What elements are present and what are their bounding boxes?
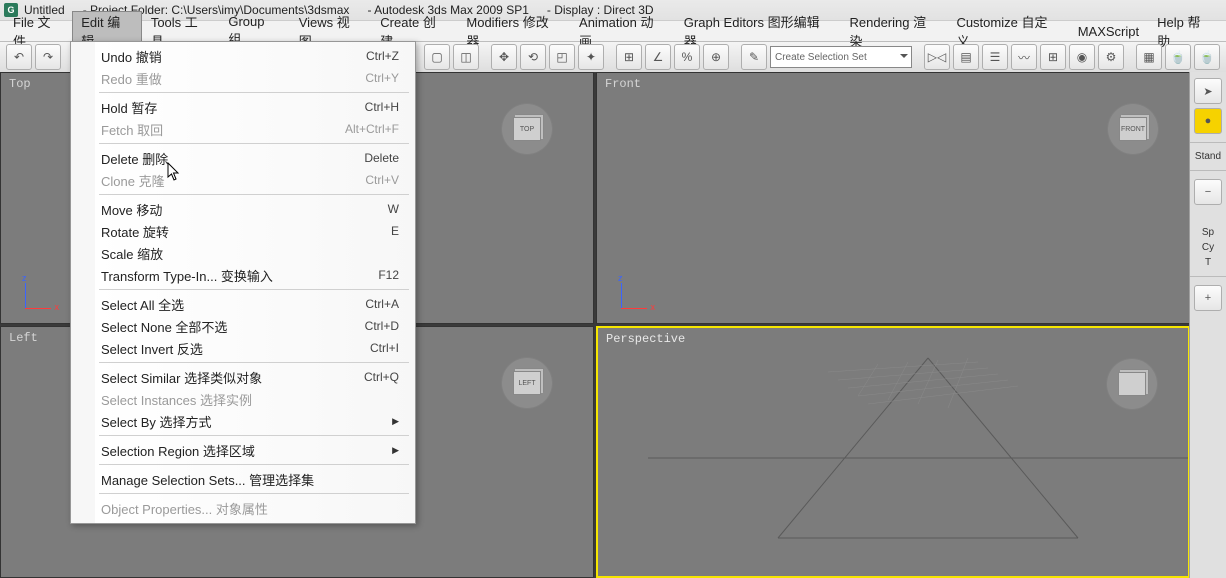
- select-region-icon[interactable]: ▢: [424, 44, 450, 70]
- panel-label-cy: Cy: [1202, 242, 1214, 253]
- viewport-front-label: Front: [605, 77, 641, 91]
- menu-item-move[interactable]: Move 移动W: [73, 198, 413, 220]
- menu-item-select-all[interactable]: Select All 全选Ctrl+A: [73, 293, 413, 315]
- panel-plus-icon[interactable]: +: [1194, 285, 1222, 311]
- perspective-grid: [598, 328, 1188, 576]
- menu-separator: [99, 143, 409, 144]
- viewport-perspective[interactable]: Perspective: [596, 326, 1190, 578]
- selection-set-label: Create Selection Set: [775, 52, 867, 63]
- curve-editor-icon[interactable]: 〰: [1011, 44, 1037, 70]
- viewport-front[interactable]: Front FRONT: [596, 72, 1190, 324]
- menu-item-select-similar[interactable]: Select Similar 选择类似对象Ctrl+Q: [73, 366, 413, 388]
- rotate-icon[interactable]: ⟲: [520, 44, 546, 70]
- viewcube-left[interactable]: LEFT: [501, 357, 553, 409]
- viewcube-top[interactable]: TOP: [501, 103, 553, 155]
- app-window: G Untitled - Project Folder: C:\Users\im…: [0, 0, 1226, 578]
- redo-icon[interactable]: ↷: [35, 44, 61, 70]
- menu-separator: [99, 289, 409, 290]
- menu-separator: [99, 464, 409, 465]
- render-production-icon[interactable]: 🍵: [1194, 44, 1220, 70]
- snap-toggle-icon[interactable]: ⊞: [616, 44, 642, 70]
- render-icon[interactable]: 🍵: [1165, 44, 1191, 70]
- panel-label-standard: Stand: [1195, 151, 1221, 162]
- menu-bar: File 文件 Edit 编辑 Tools 工具 Group 组 Views 视…: [0, 21, 1226, 42]
- menu-item-delete[interactable]: Delete 删除Delete: [73, 147, 413, 169]
- scale-icon[interactable]: ◰: [549, 44, 575, 70]
- named-sel-icon[interactable]: ✎: [741, 44, 767, 70]
- menu-item-rotate[interactable]: Rotate 旋转E: [73, 220, 413, 242]
- menu-separator: [99, 194, 409, 195]
- schematic-icon[interactable]: ⊞: [1040, 44, 1066, 70]
- spinner-snap-icon[interactable]: ⊕: [703, 44, 729, 70]
- align-icon[interactable]: ▤: [953, 44, 979, 70]
- viewcube-front-face: FRONT: [1119, 117, 1147, 141]
- edit-menu-dropdown: Undo 撤销Ctrl+Z Redo 重做Ctrl+Y Hold 暂存Ctrl+…: [70, 41, 416, 524]
- menu-item-manage-selection-sets[interactable]: Manage Selection Sets... 管理选择集: [73, 468, 413, 490]
- viewport-top-label: Top: [9, 77, 31, 91]
- menu-item-select-none[interactable]: Select None 全部不选Ctrl+D: [73, 315, 413, 337]
- menu-item-scale[interactable]: Scale 缩放: [73, 242, 413, 264]
- menu-separator: [99, 92, 409, 93]
- menu-item-selection-region[interactable]: Selection Region 选择区域▶: [73, 439, 413, 461]
- material-editor-icon[interactable]: ◉: [1069, 44, 1095, 70]
- create-tab-icon[interactable]: ➤: [1194, 78, 1222, 104]
- undo-icon[interactable]: ↶: [6, 44, 32, 70]
- menu-item-redo[interactable]: Redo 重做Ctrl+Y: [73, 67, 413, 89]
- panel-label-sp: Sp: [1202, 227, 1214, 238]
- viewcube-front[interactable]: FRONT: [1107, 103, 1159, 155]
- submenu-arrow-icon: ▶: [392, 416, 399, 427]
- menu-item-undo[interactable]: Undo 撤销Ctrl+Z: [73, 45, 413, 67]
- angle-snap-icon[interactable]: ∠: [645, 44, 671, 70]
- panel-minus-icon[interactable]: −: [1194, 179, 1222, 205]
- viewcube-top-face: TOP: [513, 117, 541, 141]
- axis-gizmo-top: [21, 279, 55, 313]
- menu-item-transform-type-in[interactable]: Transform Type-In... 变换输入F12: [73, 264, 413, 286]
- menu-item-clone[interactable]: Clone 克隆Ctrl+V: [73, 169, 413, 191]
- modify-tab-icon[interactable]: ●: [1194, 108, 1222, 134]
- viewcube-left-face: LEFT: [513, 371, 541, 395]
- window-crossing-icon[interactable]: ◫: [453, 44, 479, 70]
- viewport-left-label: Left: [9, 331, 38, 345]
- menu-item-select-instances[interactable]: Select Instances 选择实例: [73, 388, 413, 410]
- menu-item-fetch[interactable]: Fetch 取回Alt+Ctrl+F: [73, 118, 413, 140]
- menu-item-select-invert[interactable]: Select Invert 反选Ctrl+I: [73, 337, 413, 359]
- menu-item-hold[interactable]: Hold 暂存Ctrl+H: [73, 96, 413, 118]
- layers-icon[interactable]: ☰: [982, 44, 1008, 70]
- percent-snap-icon[interactable]: %: [674, 44, 700, 70]
- axis-gizmo-front: [617, 279, 651, 313]
- render-setup-icon[interactable]: ⚙: [1098, 44, 1124, 70]
- submenu-arrow-icon: ▶: [392, 445, 399, 456]
- menu-item-object-properties[interactable]: Object Properties... 对象属性: [73, 497, 413, 519]
- panel-label-t: T: [1205, 257, 1211, 268]
- selection-set-select[interactable]: Create Selection Set: [770, 46, 912, 68]
- move-icon[interactable]: ✥: [491, 44, 517, 70]
- menu-maxscript[interactable]: MAXScript: [1069, 23, 1148, 40]
- mirror-icon[interactable]: ▷◁: [924, 44, 950, 70]
- render-frame-icon[interactable]: ▦: [1136, 44, 1162, 70]
- menu-separator: [99, 493, 409, 494]
- manipulate-icon[interactable]: ✦: [578, 44, 604, 70]
- menu-item-select-by[interactable]: Select By 选择方式▶: [73, 410, 413, 432]
- menu-separator: [99, 362, 409, 363]
- menu-separator: [99, 435, 409, 436]
- command-panel: ➤ ● Stand − Sp Cy T +: [1189, 72, 1226, 578]
